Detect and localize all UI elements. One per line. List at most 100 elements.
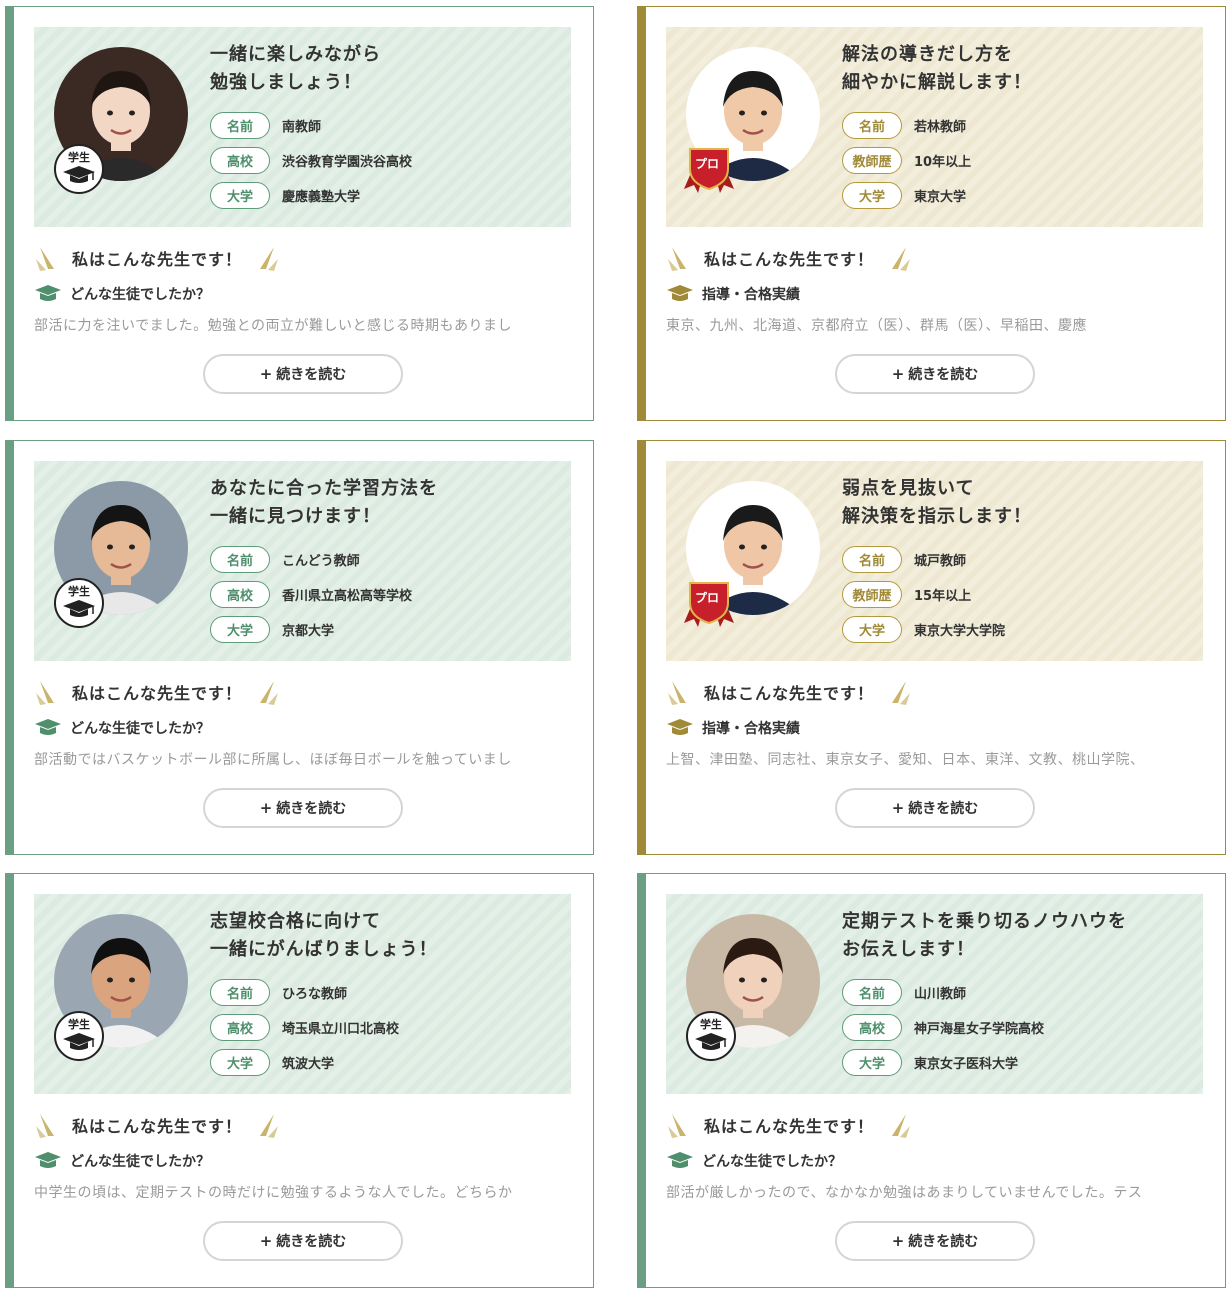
intro-heading: 私はこんな先生です！ [666, 1110, 912, 1140]
teacher-card: 学生 あなたに合った学習方法を 一緒に見つけます！ 名前 こんどう教師 高校 香… [5, 440, 594, 855]
info-tag: 大学 [210, 182, 270, 209]
teacher-card: プロ 解法の導きだし方を 細やかに解説します！ 名前 若林教師 教師歴 10年以… [637, 6, 1226, 421]
info-value: 筑波大学 [282, 1057, 335, 1072]
plus-icon: + [259, 365, 273, 383]
read-more-button[interactable]: + 続きを読む [835, 354, 1035, 394]
teacher-headline: 一緒に楽しみながら 勉強しましょう！ [210, 44, 381, 93]
info-value: 東京大学大学院 [914, 624, 1006, 639]
info-value: こんどう教師 [282, 554, 360, 569]
info-value: ひろな教師 [282, 987, 348, 1002]
info-row: 名前 若林教師 [842, 111, 971, 140]
read-more-button[interactable]: + 続きを読む [835, 1221, 1035, 1261]
intro-heading: 私はこんな先生です！ [34, 1110, 280, 1140]
sparkle-right-icon [882, 677, 912, 707]
graduation-cap-icon [62, 164, 96, 184]
plus-icon: + [891, 365, 905, 383]
teacher-info-list: 名前 若林教師 教師歴 10年以上 大学 東京大学 [842, 111, 971, 216]
sparkle-left-icon [666, 1110, 696, 1140]
question-heading: どんな生徒でしたか？ [34, 718, 210, 738]
info-row: 名前 ひろな教師 [210, 978, 399, 1007]
info-tag: 高校 [210, 581, 270, 608]
sparkle-right-icon [882, 243, 912, 273]
info-tag: 高校 [842, 1014, 902, 1041]
read-more-button[interactable]: + 続きを読む [203, 1221, 403, 1261]
teacher-profile-header: 学生 志望校合格に向けて 一緒にがんばりましょう！ 名前 ひろな教師 高校 埼玉… [34, 894, 571, 1094]
sparkle-left-icon [34, 677, 64, 707]
teacher-headline: 解法の導きだし方を 細やかに解説します！ [842, 44, 1032, 93]
plus-icon: + [259, 1232, 273, 1250]
info-tag: 名前 [210, 546, 270, 573]
teacher-excerpt: 中学生の頃は、定期テストの時だけに勉強するような人でした。どちらか [34, 1185, 513, 1201]
info-row: 高校 埼玉県立川口北高校 [210, 1013, 399, 1042]
info-row: 大学 慶應義塾大学 [210, 181, 412, 210]
plus-icon: + [891, 799, 905, 817]
teacher-headline: 弱点を見抜いて 解決策を指示します！ [842, 478, 1032, 527]
info-tag: 名前 [210, 112, 270, 139]
student-badge: 学生 [686, 1011, 736, 1061]
info-row: 名前 山川教師 [842, 978, 1044, 1007]
graduation-cap-icon [34, 718, 62, 738]
teacher-profile-header: 学生 あなたに合った学習方法を 一緒に見つけます！ 名前 こんどう教師 高校 香… [34, 461, 571, 661]
teacher-headline: あなたに合った学習方法を 一緒に見つけます！ [210, 478, 438, 527]
info-tag: 大学 [842, 182, 902, 209]
info-value: 山川教師 [914, 987, 967, 1002]
info-row: 名前 こんどう教師 [210, 545, 412, 574]
graduation-cap-icon [34, 1151, 62, 1171]
teacher-profile-header: プロ 解法の導きだし方を 細やかに解説します！ 名前 若林教師 教師歴 10年以… [666, 27, 1203, 227]
info-value: 香川県立高松高等学校 [282, 589, 413, 604]
info-tag: 名前 [210, 979, 270, 1006]
info-row: 教師歴 10年以上 [842, 146, 971, 175]
graduation-cap-icon [694, 1031, 728, 1051]
teacher-profile-header: プロ 弱点を見抜いて 解決策を指示します！ 名前 城戸教師 教師歴 15年以上 [666, 461, 1203, 661]
sparkle-left-icon [666, 243, 696, 273]
info-value: 東京大学 [914, 190, 967, 205]
info-row: 大学 東京大学 [842, 181, 971, 210]
student-badge: 学生 [54, 144, 104, 194]
sparkle-left-icon [666, 677, 696, 707]
info-tag: 教師歴 [842, 581, 902, 608]
graduation-cap-icon [34, 284, 62, 304]
teacher-excerpt: 上智、津田塾、同志社、東京女子、愛知、日本、東洋、文教、桃山学院、 [666, 752, 1145, 768]
info-row: 大学 京都大学 [210, 615, 412, 644]
teacher-card: 学生 志望校合格に向けて 一緒にがんばりましょう！ 名前 ひろな教師 高校 埼玉… [5, 873, 594, 1288]
intro-heading: 私はこんな先生です！ [666, 677, 912, 707]
teacher-info-list: 名前 南教師 高校 渋谷教育学園渋谷高校 大学 慶應義塾大学 [210, 111, 412, 216]
graduation-cap-icon [62, 1031, 96, 1051]
info-row: 名前 南教師 [210, 111, 412, 140]
info-row: 大学 東京大学大学院 [842, 615, 1005, 644]
student-badge: 学生 [54, 578, 104, 628]
read-more-button[interactable]: + 続きを読む [203, 788, 403, 828]
read-more-button[interactable]: + 続きを読む [835, 788, 1035, 828]
teacher-headline: 志望校合格に向けて 一緒にがんばりましょう！ [210, 911, 438, 960]
info-value: 南教師 [282, 120, 322, 135]
pro-badge: プロ [684, 579, 734, 627]
info-value: 東京女子医科大学 [914, 1057, 1019, 1072]
info-value: 渋谷教育学園渋谷高校 [282, 155, 413, 170]
info-row: 教師歴 15年以上 [842, 580, 1005, 609]
info-tag: 名前 [842, 546, 902, 573]
teacher-excerpt: 部活に力を注いでました。勉強との両立が難しいと感じる時期もありまし [34, 318, 512, 334]
info-row: 高校 香川県立高松高等学校 [210, 580, 412, 609]
info-tag: 名前 [842, 979, 902, 1006]
info-value: 10年以上 [914, 155, 972, 170]
sparkle-right-icon [250, 243, 280, 273]
info-tag: 高校 [210, 1014, 270, 1041]
sparkle-right-icon [250, 1110, 280, 1140]
intro-heading: 私はこんな先生です！ [34, 243, 280, 273]
info-tag: 大学 [842, 616, 902, 643]
info-tag: 大学 [210, 1049, 270, 1076]
teacher-card: プロ 弱点を見抜いて 解決策を指示します！ 名前 城戸教師 教師歴 15年以上 [637, 440, 1226, 855]
teacher-info-list: 名前 ひろな教師 高校 埼玉県立川口北高校 大学 筑波大学 [210, 978, 399, 1083]
info-value: 城戸教師 [914, 554, 967, 569]
question-heading: どんな生徒でしたか？ [34, 284, 210, 304]
info-row: 高校 渋谷教育学園渋谷高校 [210, 146, 412, 175]
read-more-button[interactable]: + 続きを読む [203, 354, 403, 394]
teacher-headline: 定期テストを乗り切るノウハウを お伝えします！ [842, 911, 1127, 960]
info-tag: 大学 [842, 1049, 902, 1076]
sparkle-left-icon [34, 1110, 64, 1140]
teacher-profile-header: 学生 一緒に楽しみながら 勉強しましょう！ 名前 南教師 高校 渋谷教育学園渋谷… [34, 27, 571, 227]
intro-heading: 私はこんな先生です！ [666, 243, 912, 273]
graduation-cap-icon [666, 284, 694, 304]
plus-icon: + [891, 1232, 905, 1250]
info-row: 大学 筑波大学 [210, 1048, 399, 1077]
